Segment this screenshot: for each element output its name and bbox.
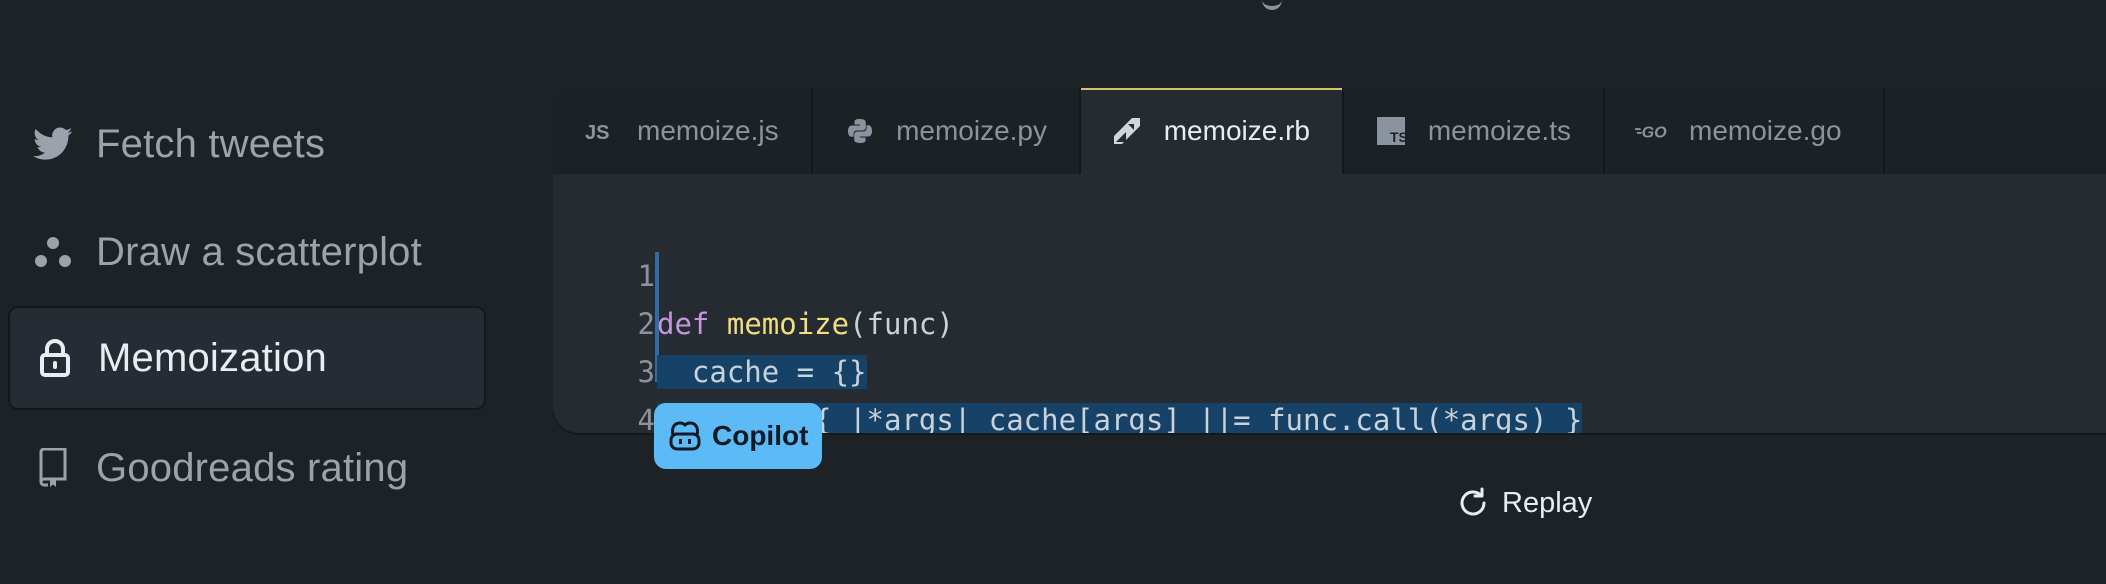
twitter-icon <box>32 123 74 165</box>
replay-label: Replay <box>1502 486 1593 519</box>
tab-label: memoize.py <box>896 115 1047 146</box>
tab-memoize-ts[interactable]: TS memoize.ts <box>1344 88 1605 174</box>
tab-memoize-js[interactable]: JS memoize.js <box>553 88 813 174</box>
tab-memoize-py[interactable]: memoize.py <box>813 88 1081 174</box>
sidebar-item-label: Memoization <box>98 335 327 380</box>
replay-icon <box>1460 487 1486 516</box>
copilot-icon <box>668 419 702 453</box>
code-line: 1 def memoize(func) <box>553 204 2106 341</box>
code-editor: JS memoize.js memoize.py memoize.rb TS m… <box>553 88 2106 433</box>
svg-text:TS: TS <box>1390 129 1405 145</box>
code-line: 2 cache = {} <box>553 252 2106 389</box>
sidebar-item-memoization[interactable]: Memoization <box>8 306 486 410</box>
lock-icon <box>34 337 76 379</box>
svg-text:GO: GO <box>1642 124 1667 141</box>
tab-memoize-go[interactable]: GO memoize.go <box>1605 88 1885 174</box>
book-icon <box>32 447 74 489</box>
copilot-label: Copilot <box>712 420 809 451</box>
scatter-dots-icon <box>32 231 74 273</box>
code-line: 4 end <box>553 348 2106 433</box>
code-token: { |*args| cache[args] ||= func.call(*arg… <box>796 403 1583 433</box>
svg-text:JS: JS <box>585 122 609 142</box>
line-number: 4 <box>637 403 655 433</box>
code-area[interactable]: 1 def memoize(func) 2 cache = {} 3 lambd… <box>553 204 2106 433</box>
tab-label: memoize.ts <box>1427 115 1571 146</box>
code-line: 3 lambda { |*args| cache[args] ||= func.… <box>553 300 2106 433</box>
sidebar-item-draw-scatterplot[interactable]: Draw a scatterplot <box>8 200 486 304</box>
sidebar-item-label: Draw a scatterplot <box>96 229 422 274</box>
replay-button[interactable]: Replay <box>1456 486 1592 520</box>
sidebar-item-fetch-tweets[interactable]: Fetch tweets <box>8 92 486 196</box>
copilot-badge[interactable]: Copilot <box>654 403 823 469</box>
tab-memoize-rb[interactable]: memoize.rb <box>1081 88 1344 174</box>
sidebar-item-label: Fetch tweets <box>96 121 326 166</box>
typescript-icon: TS <box>1374 114 1408 148</box>
python-icon <box>843 114 876 148</box>
tab-label: memoize.rb <box>1163 115 1310 146</box>
sidebar-item-label: Goodreads rating <box>96 445 409 490</box>
tab-label: memoize.js <box>637 115 779 146</box>
partial-heading-glyph <box>1262 0 1282 10</box>
tab-label: memoize.go <box>1689 115 1842 146</box>
editor-tab-bar: JS memoize.js memoize.py memoize.rb TS m… <box>553 88 2106 174</box>
ruby-icon <box>1111 114 1144 148</box>
javascript-icon: JS <box>583 114 617 148</box>
sidebar-item-goodreads-rating[interactable]: Goodreads rating <box>8 416 486 520</box>
go-icon: GO <box>1635 114 1669 148</box>
